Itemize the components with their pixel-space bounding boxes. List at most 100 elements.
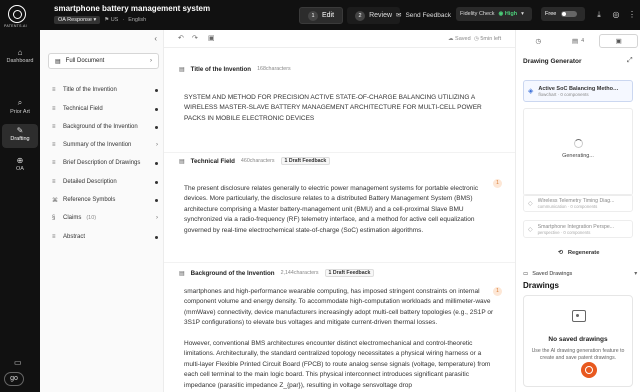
edit-step-number: 1: [308, 10, 318, 21]
saved-drawings-toggle[interactable]: ▭ Saved Drawings ▾: [523, 270, 637, 278]
undo-icon[interactable]: ↶: [178, 34, 184, 42]
flowchart-icon: ◈: [528, 88, 534, 95]
outline-item-summary[interactable]: ≡ Summary of the Invention ›: [52, 139, 158, 151]
more-icon[interactable]: ⋮: [627, 10, 637, 20]
outline-item-brief-description[interactable]: ≡ Brief Description of Drawings: [52, 157, 158, 169]
full-document-button[interactable]: ▤ Full Document ›: [48, 53, 159, 69]
plan-toggle[interactable]: Free: [541, 7, 585, 21]
outline-item-label: Detailed Description: [63, 179, 117, 185]
drawing-card[interactable]: ◇ Smartphone Integration Perspe... persp…: [523, 220, 633, 238]
collapse-panel-icon[interactable]: ‹: [154, 34, 157, 43]
drawings-heading: Drawings: [523, 281, 560, 290]
tab-review[interactable]: 2 Review: [347, 7, 401, 24]
tab-edit[interactable]: 1 Edit: [299, 7, 344, 24]
chevron-right-icon: ›: [150, 58, 152, 64]
claims-count: (10): [86, 215, 97, 221]
editor-toolbar: ↶ ↷ ▣ ☁ Saved ◷ 5min left: [164, 30, 515, 48]
tab-documents[interactable]: ▤ 4: [560, 34, 597, 48]
patents-ai-logo[interactable]: [8, 5, 26, 23]
section-icon: ▤: [179, 66, 185, 73]
visibility-icon[interactable]: ◎: [611, 10, 621, 20]
check-circle-icon: ◉: [498, 11, 504, 17]
image-icon: ▣: [615, 38, 622, 45]
section-divider: [164, 262, 515, 263]
sidebar-item-drafting[interactable]: ✎ Drafting: [2, 124, 38, 148]
diagram-icon: ◇: [528, 200, 533, 207]
download-icon[interactable]: ⤓: [594, 10, 604, 20]
outline-item-detailed-description[interactable]: ≡ Detailed Description: [52, 176, 158, 188]
search-icon: ⌕: [17, 98, 23, 107]
section-text-background[interactable]: smartphones and high-performance wearabl…: [184, 287, 496, 329]
drawing-generator-title: Drawing Generator: [523, 58, 582, 65]
plan-switch[interactable]: [561, 11, 578, 17]
claims-icon: §: [52, 215, 56, 221]
fidelity-value: ◉ High: [498, 11, 518, 17]
section-header-background[interactable]: ▤ Background of the Invention 2,144chara…: [179, 268, 375, 278]
section-text-technical-field[interactable]: The present disclosure relates generally…: [184, 184, 496, 236]
chevron-right-icon[interactable]: ›: [156, 142, 158, 148]
draft-feedback-badge[interactable]: 1 Draft Feedback: [280, 157, 331, 165]
folder-icon[interactable]: ▭: [14, 358, 22, 367]
section-icon: ▤: [179, 270, 185, 277]
edit-label: Edit: [322, 12, 335, 19]
regenerate-button[interactable]: ⟲ Regenerate: [558, 250, 599, 256]
section-header-title[interactable]: ▤ Title of the Invention 168characters: [179, 64, 291, 74]
outline-item-label: Reference Symbols: [63, 197, 116, 203]
section-chars: 168characters: [257, 66, 291, 72]
assistant-button[interactable]: [581, 362, 597, 378]
empty-title: No saved drawings: [548, 336, 608, 343]
outline-item-label: Background of the Invention: [63, 124, 138, 130]
status-dot: [155, 180, 158, 184]
send-feedback-button[interactable]: ✉ Send Feedback: [396, 11, 451, 20]
history-icon: ◷: [535, 38, 542, 45]
user-label: go: [10, 375, 18, 382]
chevron-right-icon[interactable]: ›: [156, 215, 158, 221]
regenerate-label: Regenerate: [567, 250, 600, 256]
outline-item-label: Technical Field: [63, 106, 103, 112]
section-icon: ≡: [52, 234, 56, 240]
chevron-down-icon: ▾: [521, 11, 524, 17]
status-dot: [155, 125, 158, 129]
project-meta: OA Response ▾ ⚑ US · English: [54, 15, 146, 25]
project-title[interactable]: smartphone battery management system: [54, 4, 210, 13]
folder-icon: ▭: [523, 270, 529, 277]
section-header-technical-field[interactable]: ▤ Technical Field 460characters 1 Draft …: [179, 156, 331, 166]
sidebar-item-label: OA: [16, 166, 24, 172]
sidebar-item-label: Drafting: [10, 136, 30, 142]
outline-item-claims[interactable]: § Claims (10) ›: [52, 212, 158, 224]
documents-count: 4: [581, 38, 584, 44]
document-editor: ↶ ↷ ▣ ☁ Saved ◷ 5min left ▤ Title of the…: [164, 30, 515, 392]
redo-icon[interactable]: ↷: [192, 34, 198, 42]
empty-description: Use the AI drawing generation feature to…: [531, 348, 625, 361]
tab-drawings[interactable]: ▣: [599, 34, 639, 48]
section-text-background-2[interactable]: However, conventional BMS architectures …: [184, 339, 496, 391]
sidebar-item-oa[interactable]: ⊕ OA: [2, 154, 38, 178]
response-select[interactable]: OA Response ▾: [54, 16, 101, 24]
outline-item-abstract[interactable]: ≡ Abstract: [52, 231, 158, 243]
sidebar-item-dashboard[interactable]: ⌂ Dashboard: [2, 46, 38, 70]
section-icon: ≡: [52, 160, 56, 166]
outline-item-technical-field[interactable]: ≡ Technical Field: [52, 103, 158, 115]
review-step-number: 2: [355, 10, 366, 21]
review-label: Review: [369, 12, 393, 19]
image-icon[interactable]: ▣: [208, 34, 215, 42]
sidebar-item-prior-art[interactable]: ⌕ Prior Art: [2, 96, 38, 120]
drawing-card[interactable]: ◇ Wireless Telemetry Timing Diag... comm…: [523, 194, 633, 212]
document-icon: ▤: [55, 58, 61, 65]
fidelity-check[interactable]: Fidelity Check ◉ High ▾: [456, 7, 532, 21]
saved-drawings-label: Saved Drawings: [532, 270, 573, 277]
outline-item-reference-symbols[interactable]: ⌘ Reference Symbols: [52, 194, 158, 206]
section-icon: ≡: [52, 124, 56, 130]
outline-item-background[interactable]: ≡ Background of the Invention: [52, 121, 158, 133]
drawing-panel: ◷ ▤ 4 ▣ Drawing Generator ⤢ ◈ Active SoC…: [515, 30, 640, 392]
outline-item-title[interactable]: ≡ Title of the Invention: [52, 84, 158, 96]
expand-icon[interactable]: ⤢: [627, 57, 633, 65]
status-dot: [155, 235, 158, 239]
draft-feedback-badge[interactable]: 1 Draft Feedback: [324, 269, 375, 277]
refresh-icon: ⟲: [558, 250, 563, 256]
section-icon: ≡: [52, 142, 56, 148]
section-text-title[interactable]: SYSTEM AND METHOD FOR PRECISION ACTIVE S…: [184, 93, 496, 124]
tab-history[interactable]: ◷: [520, 34, 557, 48]
user-menu[interactable]: go: [4, 372, 24, 386]
drawing-card-active[interactable]: ◈ Active SoC Balancing Method F... flowc…: [523, 80, 633, 102]
